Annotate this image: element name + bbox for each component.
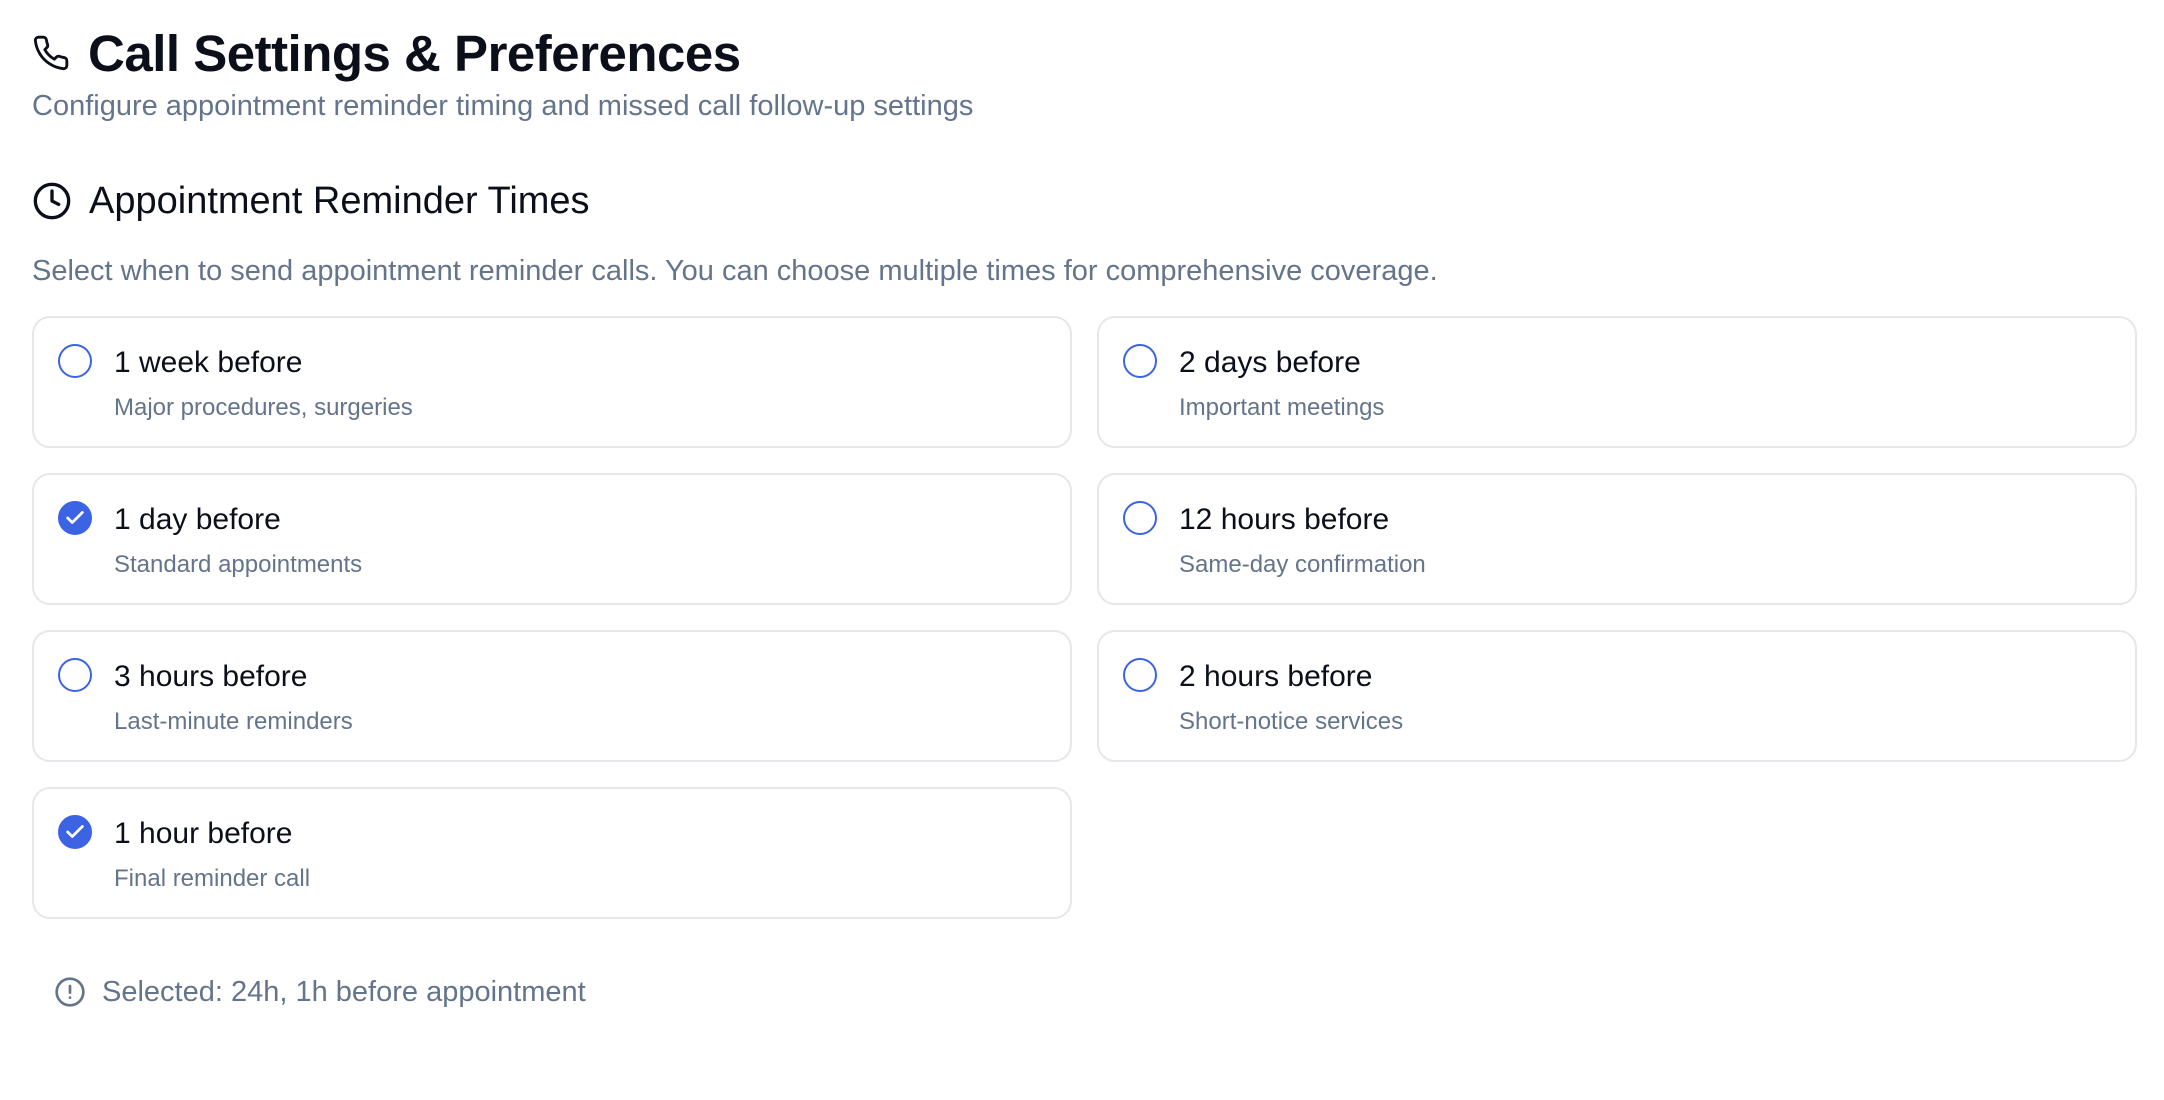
alert-circle-icon <box>54 976 86 1008</box>
reminder-options-grid: 1 week before Major procedures, surgeries… <box>32 316 2137 919</box>
reminder-option-card[interactable]: 3 hours before Last-minute reminders <box>32 630 1072 762</box>
reminder-option-label: 1 hour before <box>114 817 293 850</box>
reminder-option-card[interactable]: 1 day before Standard appointments <box>32 473 1072 605</box>
page-subtitle: Configure appointment reminder timing an… <box>32 90 974 122</box>
reminder-option-label: 2 hours before <box>1179 660 1373 693</box>
check-icon <box>66 825 84 838</box>
reminder-option-checkbox[interactable] <box>58 344 92 378</box>
reminder-option-description: Last-minute reminders <box>114 708 353 735</box>
reminder-option-card[interactable]: 12 hours before Same-day confirmation <box>1097 473 2137 605</box>
section-description: Select when to send appointment reminder… <box>32 255 1438 287</box>
call-settings-page: Call Settings & Preferences Configure ap… <box>0 24 2164 1100</box>
check-icon <box>66 511 84 524</box>
reminder-option-description: Important meetings <box>1179 394 1385 421</box>
phone-icon <box>32 34 70 72</box>
section-header: Appointment Reminder Times <box>32 179 2132 223</box>
summary-text: Selected: 24h, 1h before appointment <box>102 975 586 1008</box>
reminder-option-description: Major procedures, surgeries <box>114 394 413 421</box>
reminder-option-card[interactable]: 2 hours before Short-notice services <box>1097 630 2137 762</box>
selection-summary: Selected: 24h, 1h before appointment <box>54 975 2132 1009</box>
reminder-option-checkbox[interactable] <box>58 815 92 849</box>
page-title: Call Settings & Preferences <box>88 24 741 82</box>
reminder-option-description: Short-notice services <box>1179 708 1404 735</box>
clock-icon <box>32 181 72 221</box>
reminder-option-label: 2 days before <box>1179 346 1361 379</box>
reminder-option-checkbox[interactable] <box>58 658 92 692</box>
reminder-option-description: Final reminder call <box>114 865 311 892</box>
reminder-option-label: 1 week before <box>114 346 303 379</box>
reminder-option-card[interactable]: 1 hour before Final reminder call <box>32 787 1072 919</box>
reminder-option-description: Same-day confirmation <box>1179 551 1426 578</box>
reminder-option-description: Standard appointments <box>114 551 363 578</box>
section-title: Appointment Reminder Times <box>89 179 590 222</box>
reminder-option-card[interactable]: 2 days before Important meetings <box>1097 316 2137 448</box>
reminder-option-checkbox[interactable] <box>58 501 92 535</box>
reminder-option-checkbox[interactable] <box>1123 344 1157 378</box>
reminder-option-card[interactable]: 1 week before Major procedures, surgeries <box>32 316 1072 448</box>
reminder-option-label: 12 hours before <box>1179 503 1390 536</box>
page-header: Call Settings & Preferences <box>32 24 2132 82</box>
reminder-option-label: 1 day before <box>114 503 281 536</box>
reminder-option-label: 3 hours before <box>114 660 308 693</box>
reminder-option-checkbox[interactable] <box>1123 658 1157 692</box>
reminder-option-checkbox[interactable] <box>1123 501 1157 535</box>
